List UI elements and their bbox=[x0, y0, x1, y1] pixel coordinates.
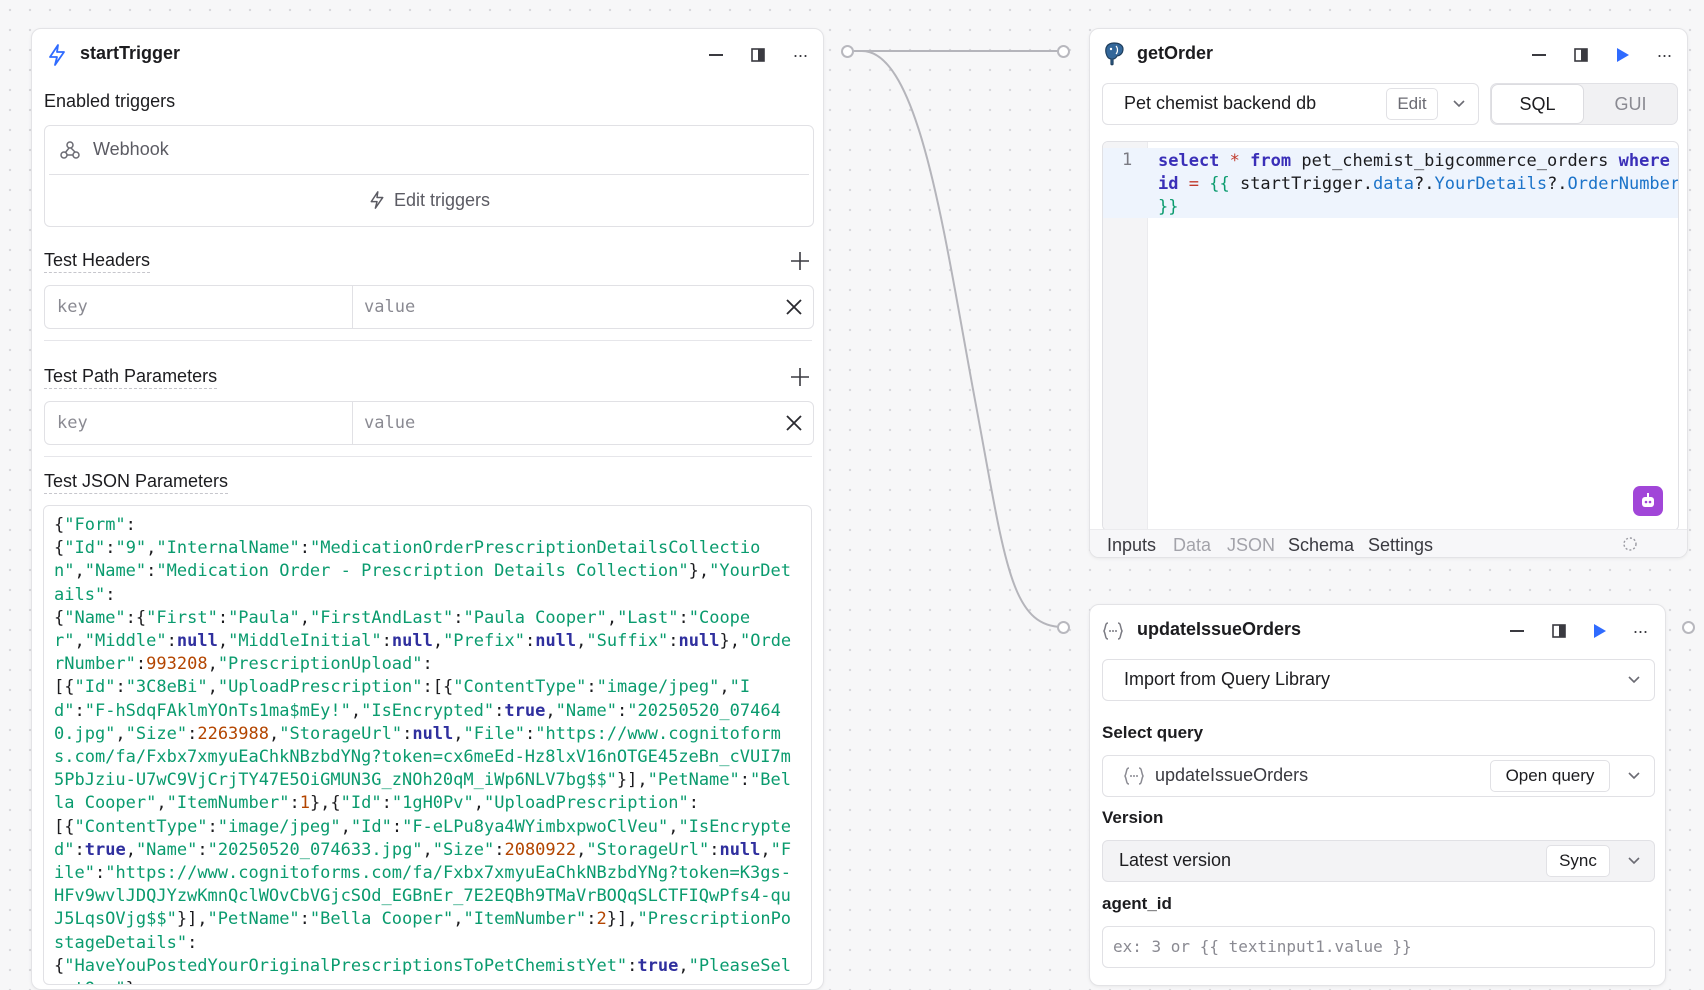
tab-settings[interactable]: Settings bbox=[1368, 535, 1433, 556]
import-source-select[interactable]: Import from Query Library bbox=[1102, 659, 1655, 701]
getorder-panel: getOrder ··· Pet chemist backend db Edit… bbox=[1089, 28, 1688, 558]
webhook-row[interactable]: Webhook bbox=[49, 126, 809, 175]
edit-triggers-button[interactable]: Edit triggers bbox=[45, 176, 813, 224]
ai-assist-button[interactable] bbox=[1633, 486, 1663, 516]
postgres-icon bbox=[1105, 42, 1124, 66]
sql-label: SQL bbox=[1519, 93, 1556, 114]
panel-toggle-button[interactable] bbox=[1549, 621, 1569, 641]
mode-toggle: SQL GUI bbox=[1490, 83, 1678, 125]
sidebar-icon bbox=[1574, 48, 1588, 62]
import-source-value: Import from Query Library bbox=[1124, 669, 1331, 689]
test-headers-label: Test Headers bbox=[44, 250, 151, 273]
play-icon bbox=[1594, 624, 1606, 638]
tab-inputs[interactable]: Inputs bbox=[1107, 535, 1156, 556]
add-header-button[interactable] bbox=[790, 251, 810, 271]
updateissueorders-panel: updateIssueOrders ··· Import from Query … bbox=[1089, 604, 1666, 986]
tab-data[interactable]: Data bbox=[1173, 535, 1211, 556]
more-options-button[interactable]: ··· bbox=[790, 45, 810, 65]
resource-selector[interactable]: Pet chemist backend db Edit bbox=[1102, 83, 1479, 125]
minimize-button[interactable] bbox=[1529, 45, 1549, 65]
chevron-down-icon bbox=[1453, 100, 1465, 108]
panel-header: startTrigger ··· bbox=[32, 29, 823, 81]
remove-header-icon[interactable] bbox=[785, 298, 803, 316]
resource-name: Pet chemist backend db bbox=[1124, 93, 1317, 113]
select-query-label: Select query bbox=[1102, 723, 1204, 742]
run-query-button[interactable] bbox=[1590, 621, 1610, 641]
panel-title: updateIssueOrders bbox=[1137, 619, 1302, 639]
query-library-icon bbox=[1103, 622, 1123, 640]
more-options-button[interactable]: ··· bbox=[1630, 621, 1650, 641]
query-name: updateIssueOrders bbox=[1155, 765, 1309, 785]
webhook-icon bbox=[60, 141, 80, 159]
sidebar-icon bbox=[751, 48, 765, 62]
panel-toggle-button[interactable] bbox=[1571, 45, 1591, 65]
enabled-triggers-label: Enabled triggers bbox=[44, 91, 176, 111]
panel-toggle-button[interactable] bbox=[748, 45, 768, 65]
sidebar-icon bbox=[1552, 624, 1566, 638]
path-kv-row: key value bbox=[44, 401, 814, 445]
run-query-button[interactable] bbox=[1613, 45, 1633, 65]
ellipsis-icon: ··· bbox=[792, 45, 809, 65]
triggers-box: Webhook Edit triggers bbox=[44, 125, 814, 227]
tab-json[interactable]: JSON bbox=[1227, 535, 1275, 556]
panel-title: getOrder bbox=[1137, 43, 1214, 63]
open-query-label: Open query bbox=[1505, 766, 1595, 785]
gui-label: GUI bbox=[1614, 93, 1647, 114]
panel-header: updateIssueOrders ··· bbox=[1090, 605, 1665, 657]
version-select[interactable]: Latest version Sync bbox=[1102, 840, 1655, 882]
remove-path-param-icon[interactable] bbox=[785, 414, 803, 432]
panel-title: startTrigger bbox=[80, 43, 181, 63]
sql-mode-button[interactable]: SQL bbox=[1491, 84, 1584, 124]
version-label: Version bbox=[1102, 808, 1164, 827]
tab-schema[interactable]: Schema bbox=[1288, 535, 1354, 556]
lightning-icon bbox=[370, 191, 384, 209]
edit-label: Edit bbox=[1397, 94, 1427, 113]
agent-id-input[interactable]: ex: 3 or {{ textinput1.value }} bbox=[1102, 926, 1655, 968]
sql-code: select * from pet_chemist_bigcommerce_or… bbox=[1158, 151, 1679, 217]
updateissueorders-output-handle[interactable] bbox=[1682, 621, 1695, 634]
header-key-input[interactable]: key bbox=[57, 286, 347, 328]
open-query-button[interactable]: Open query bbox=[1490, 760, 1610, 792]
header-value-input[interactable]: value bbox=[364, 286, 744, 328]
loading-icon bbox=[1623, 537, 1637, 551]
robot-icon bbox=[1642, 493, 1654, 507]
gui-mode-button[interactable]: GUI bbox=[1584, 84, 1677, 124]
ellipsis-icon: ··· bbox=[1632, 621, 1649, 641]
sql-editor[interactable]: 1 select * from pet_chemist_bigcommerce_… bbox=[1102, 141, 1679, 531]
sync-button[interactable]: Sync bbox=[1546, 845, 1610, 877]
panel-header: getOrder ··· bbox=[1090, 29, 1687, 81]
test-json-label: Test JSON Parameters bbox=[44, 471, 229, 494]
path-key-input[interactable]: key bbox=[57, 402, 347, 444]
version-value: Latest version bbox=[1119, 850, 1232, 870]
edit-triggers-label: Edit triggers bbox=[393, 189, 491, 210]
edit-resource-button[interactable]: Edit bbox=[1386, 88, 1438, 120]
getorder-input-handle[interactable] bbox=[1057, 45, 1070, 58]
minimize-button[interactable] bbox=[706, 45, 726, 65]
add-path-param-button[interactable] bbox=[790, 367, 810, 387]
query-library-icon bbox=[1124, 767, 1144, 785]
updateissueorders-input-handle[interactable] bbox=[1057, 621, 1070, 634]
minimize-button[interactable] bbox=[1507, 621, 1527, 641]
chevron-down-icon bbox=[1628, 676, 1640, 684]
json-parameters-editor[interactable]: {"Form": {"Id":"9","InternalName":"Medic… bbox=[43, 505, 812, 985]
test-path-label: Test Path Parameters bbox=[44, 366, 218, 389]
path-value-input[interactable]: value bbox=[364, 402, 744, 444]
agent-id-placeholder: ex: 3 or {{ textinput1.value }} bbox=[1113, 937, 1412, 956]
starttrigger-output-handle[interactable] bbox=[841, 45, 854, 58]
header-kv-row: key value bbox=[44, 285, 814, 329]
agent-id-label: agent_id bbox=[1102, 894, 1172, 913]
play-icon bbox=[1617, 48, 1629, 62]
chevron-down-icon bbox=[1628, 772, 1640, 780]
chevron-down-icon bbox=[1628, 857, 1640, 865]
result-tabs: Inputs Data JSON Schema Settings bbox=[1090, 529, 1687, 557]
more-options-button[interactable]: ··· bbox=[1654, 45, 1674, 65]
lightning-icon bbox=[49, 44, 65, 66]
sync-label: Sync bbox=[1559, 851, 1597, 870]
query-select[interactable]: updateIssueOrders Open query bbox=[1102, 755, 1655, 797]
line-number: 1 bbox=[1122, 150, 1133, 170]
webhook-label: Webhook bbox=[93, 139, 169, 159]
ellipsis-icon: ··· bbox=[1656, 45, 1673, 65]
